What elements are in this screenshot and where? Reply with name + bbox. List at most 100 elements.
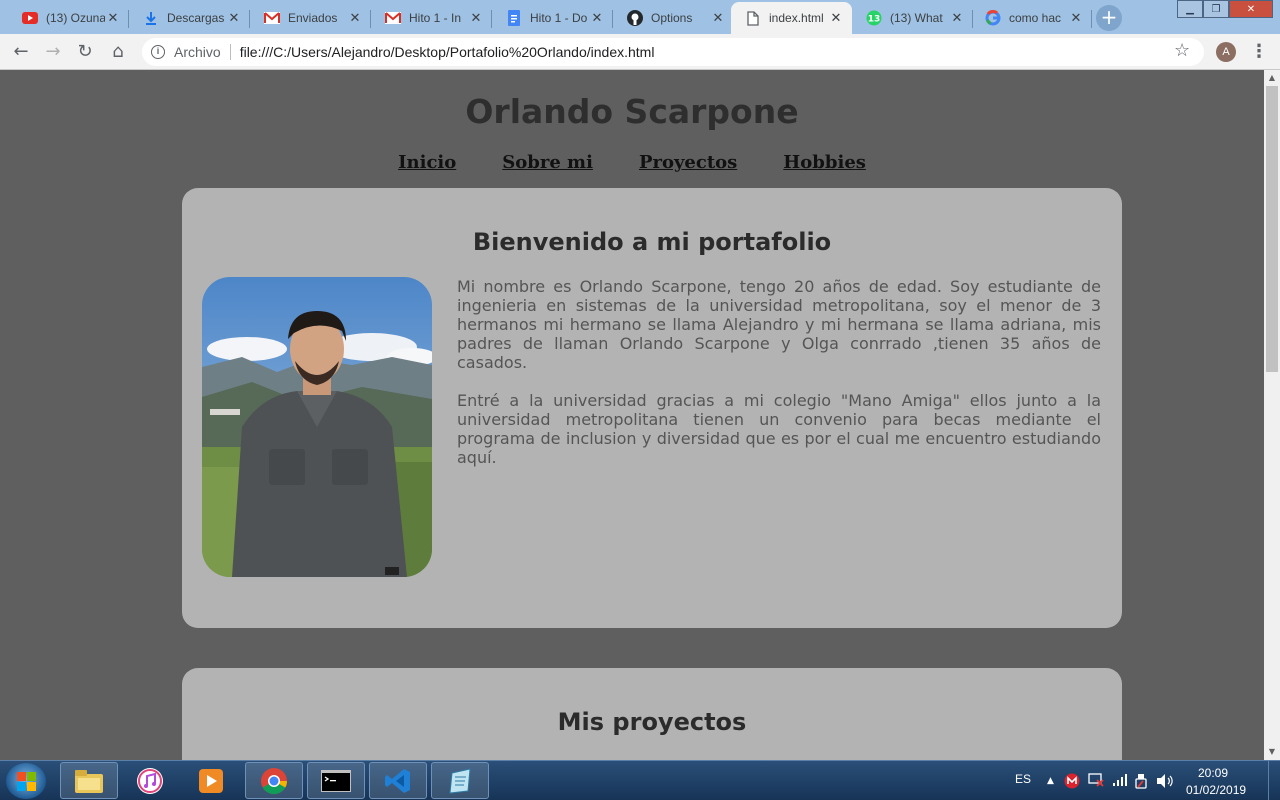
tab-title: como hac — [1009, 11, 1062, 25]
taskbar-app-file-explorer[interactable] — [60, 762, 118, 799]
welcome-heading: Bienvenido a mi portafolio — [472, 228, 832, 256]
vertical-scrollbar[interactable]: ▲ ▼ — [1264, 70, 1280, 760]
browser-tab-youtube[interactable]: (13) Ozuna ✕ — [8, 2, 129, 34]
scrollbar-thumb[interactable] — [1266, 86, 1278, 372]
clock-time[interactable]: 20:09 — [1198, 766, 1228, 780]
google-icon — [985, 10, 1001, 26]
info-icon[interactable]: i — [151, 45, 165, 59]
nav-link-inicio[interactable]: Inicio — [398, 152, 456, 173]
start-button[interactable] — [6, 763, 46, 799]
window-controls: ▁ ❐ ✕ — [1177, 0, 1273, 18]
menu-icon[interactable]: ⋮ — [1250, 41, 1268, 62]
browser-tab-gmail-hito[interactable]: Hito 1 - In ✕ — [371, 2, 492, 34]
taskbar-app-notepad[interactable] — [431, 762, 489, 799]
vscode-icon — [385, 768, 410, 793]
browser-toolbar: ← → ↻ ⌂ i Archivo file:///C:/Users/Aleja… — [0, 34, 1280, 70]
youtube-icon — [22, 10, 38, 26]
network-icon[interactable] — [1088, 773, 1104, 791]
close-icon[interactable]: ✕ — [468, 11, 484, 26]
windows-logo-icon — [27, 772, 36, 781]
taskbar-app-media-player[interactable] — [182, 762, 240, 799]
home-icon[interactable]: ⌂ — [106, 40, 130, 64]
itunes-icon — [137, 767, 163, 794]
profile-avatar[interactable]: A — [1216, 42, 1236, 62]
nav-link-hobbies[interactable]: Hobbies — [783, 152, 866, 173]
tab-title: (13) What — [890, 11, 943, 25]
language-indicator[interactable]: ES — [1015, 772, 1031, 786]
windows-logo-icon — [17, 782, 26, 791]
address-scheme-label: Archivo — [174, 44, 221, 60]
bio-paragraph: Mi nombre es Orlando Scarpone, tengo 20 … — [457, 277, 1101, 372]
browser-tab-gmail-sent[interactable]: Enviados ✕ — [250, 2, 371, 34]
taskbar-app-itunes[interactable] — [121, 762, 179, 799]
bookmark-star-icon[interactable]: ☆ — [1174, 40, 1190, 61]
power-icon[interactable] — [1134, 773, 1148, 793]
svg-text:13: 13 — [868, 15, 881, 25]
command-prompt-icon — [321, 769, 351, 792]
taskbar-app-vscode[interactable] — [369, 762, 427, 799]
windows-logo-icon — [17, 772, 26, 781]
close-window-button[interactable]: ✕ — [1229, 0, 1273, 18]
nav-link-sobre-mi[interactable]: Sobre mi — [502, 152, 593, 173]
tab-title: Hito 1 - Do — [530, 11, 588, 25]
address-url[interactable]: file:///C:/Users/Alejandro/Desktop/Porta… — [240, 44, 655, 60]
show-hidden-icons-icon[interactable]: ▲ — [1047, 776, 1054, 786]
close-icon[interactable]: ✕ — [226, 11, 242, 26]
volume-icon[interactable] — [1156, 773, 1174, 793]
close-icon[interactable]: ✕ — [949, 11, 965, 26]
scroll-up-arrow-icon[interactable]: ▲ — [1264, 70, 1280, 86]
back-arrow-icon[interactable]: ← — [9, 40, 33, 64]
browser-tab-downloads[interactable]: Descargas ✕ — [129, 2, 250, 34]
gmail-icon — [264, 10, 280, 26]
nav-link-proyectos[interactable]: Proyectos — [639, 152, 737, 173]
whatsapp-icon: 13 — [866, 10, 882, 26]
github-icon — [627, 10, 643, 26]
browser-tab-github[interactable]: Options ✕ — [613, 2, 734, 34]
minimize-button[interactable]: ▁ — [1177, 0, 1203, 18]
windows-logo-icon — [27, 782, 36, 791]
system-tray: ES ▲ 20:09 01/02/2019 — [1010, 761, 1280, 800]
forward-arrow-icon[interactable]: → — [41, 40, 65, 64]
notepad-icon — [449, 767, 471, 794]
taskbar-app-command-prompt[interactable] — [307, 762, 365, 799]
signal-icon[interactable] — [1112, 773, 1128, 791]
site-title: Orlando Scarpone — [465, 92, 799, 131]
close-icon[interactable]: ✕ — [347, 11, 363, 26]
media-player-icon — [199, 768, 223, 793]
close-icon[interactable]: ✕ — [710, 11, 726, 26]
projects-card: Mis proyectos — [182, 668, 1122, 760]
close-icon[interactable]: ✕ — [1068, 11, 1084, 26]
browser-tab-docs[interactable]: Hito 1 - Do ✕ — [492, 2, 613, 34]
maximize-button[interactable]: ❐ — [1203, 0, 1229, 18]
reload-icon[interactable]: ↻ — [73, 40, 97, 64]
profile-photo — [202, 277, 432, 577]
antivirus-icon[interactable] — [1064, 773, 1080, 793]
browser-tab-google[interactable]: como hac ✕ — [971, 2, 1092, 34]
browser-tab-whatsapp[interactable]: 13 (13) What ✕ — [852, 2, 973, 34]
scroll-down-arrow-icon[interactable]: ▼ — [1264, 744, 1280, 760]
file-icon — [745, 10, 761, 26]
tab-title: Descargas — [167, 11, 225, 25]
new-tab-button[interactable]: + — [1096, 5, 1122, 31]
close-icon[interactable]: ✕ — [828, 11, 844, 26]
google-docs-icon — [506, 10, 522, 26]
browser-tab-index-html[interactable]: index.html ✕ — [731, 2, 852, 34]
welcome-card: Bienvenido a mi portafolio Mi nombre es … — [182, 188, 1122, 628]
tab-title: index.html — [769, 11, 824, 25]
bio-text: Mi nombre es Orlando Scarpone, tengo 20 … — [457, 277, 1101, 467]
download-icon — [143, 10, 159, 26]
show-desktop-button[interactable] — [1268, 761, 1280, 800]
address-divider — [229, 44, 231, 60]
tab-title: Hito 1 - In — [409, 11, 462, 25]
taskbar-app-chrome[interactable] — [245, 762, 303, 799]
site-nav: Inicio Sobre mi Proyectos Hobbies — [0, 152, 1264, 173]
clock-date[interactable]: 01/02/2019 — [1186, 783, 1246, 797]
address-bar[interactable]: i Archivo file:///C:/Users/Alejandro/Des… — [142, 38, 1204, 66]
projects-heading: Mis proyectos — [557, 708, 747, 736]
close-icon[interactable]: ✕ — [589, 11, 605, 26]
gmail-icon — [385, 10, 401, 26]
browser-tab-strip: (13) Ozuna ✕ Descargas ✕ Enviados ✕ Hito… — [0, 0, 1280, 34]
tab-title: (13) Ozuna — [46, 11, 105, 25]
close-icon[interactable]: ✕ — [105, 11, 121, 26]
file-explorer-icon — [75, 769, 103, 793]
